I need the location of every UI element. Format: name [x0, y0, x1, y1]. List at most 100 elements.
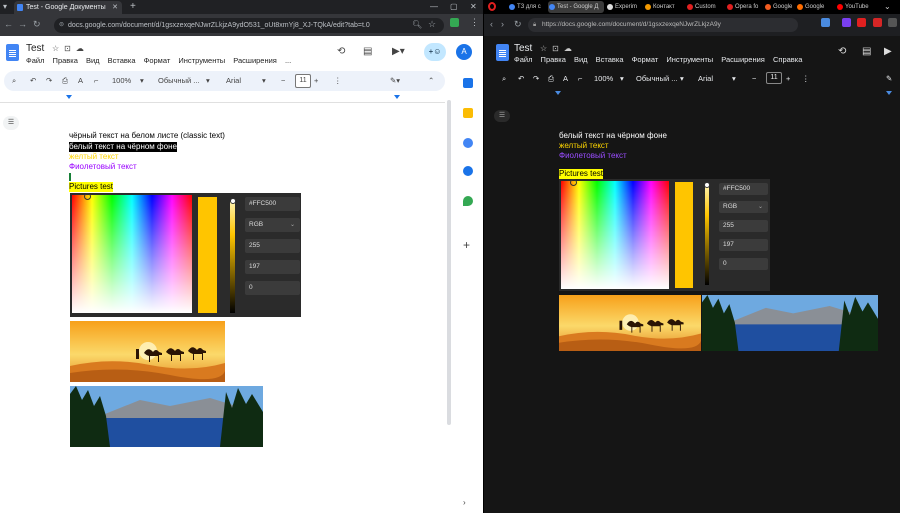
menu-view[interactable]: Вид: [86, 56, 100, 65]
tab-custom[interactable]: Custom: [686, 1, 722, 13]
search-menus-icon[interactable]: ⌕: [502, 71, 506, 86]
extension-icon[interactable]: [450, 18, 459, 27]
scrollbar[interactable]: [447, 100, 451, 425]
keep-icon[interactable]: [463, 108, 473, 118]
doc-line-yellow[interactable]: желтый текст: [69, 152, 119, 162]
comments-icon[interactable]: ▤: [862, 46, 871, 57]
tab-google-1[interactable]: Google: [764, 1, 794, 13]
tab-tz[interactable]: ТЗ для с: [508, 1, 544, 13]
menu-view[interactable]: Вид: [574, 55, 588, 64]
move-folder-icon[interactable]: ⊡: [552, 44, 564, 53]
tab-contacts[interactable]: Контакт: [644, 1, 682, 13]
zoom-select[interactable]: 100%: [594, 71, 613, 86]
search-menus-icon[interactable]: ⌕: [12, 71, 16, 91]
increase-font-size-button[interactable]: +: [314, 71, 318, 91]
url-input[interactable]: 🔒︎ https://docs.google.com/document/d/1g…: [528, 18, 798, 32]
extension-icon[interactable]: [888, 18, 897, 27]
paint-format-icon[interactable]: ⌐: [94, 71, 98, 91]
menu-extensions[interactable]: Расширения: [233, 56, 277, 65]
tab-youtube[interactable]: YouTube: [836, 1, 878, 13]
left-indent-marker[interactable]: [66, 95, 72, 99]
hide-panel-icon[interactable]: ›: [463, 498, 466, 507]
menu-edit[interactable]: Правка: [541, 55, 566, 64]
forward-icon[interactable]: ›: [501, 19, 504, 30]
meet-icon[interactable]: ▶: [884, 46, 892, 57]
color-picker-image[interactable]: #FFC500 RGB ⌄ 255 197 0: [559, 179, 770, 291]
menu-help[interactable]: Справка: [773, 55, 802, 64]
close-window-icon[interactable]: ✕: [470, 0, 477, 13]
desert-camels-image[interactable]: [559, 295, 701, 351]
avatar[interactable]: A: [456, 44, 472, 60]
doc-line-purple[interactable]: Фиолетовый текст: [69, 162, 137, 172]
tab-google-2[interactable]: Google: [796, 1, 832, 13]
extension-icon[interactable]: [873, 18, 882, 27]
forward-icon[interactable]: →: [18, 19, 27, 30]
font-size-input[interactable]: 11: [766, 72, 782, 84]
maximize-icon[interactable]: ▢: [450, 0, 458, 13]
docs-logo-icon[interactable]: [496, 44, 509, 61]
tasks-icon[interactable]: [463, 138, 473, 148]
zoom-icon[interactable]: 🔍︎: [412, 19, 422, 30]
editing-mode-icon[interactable]: ✎: [886, 71, 892, 86]
tab-opera-forums[interactable]: Opera fo: [726, 1, 762, 13]
share-button[interactable]: +☺: [424, 43, 446, 61]
redo-icon[interactable]: ↷: [46, 71, 52, 91]
add-addon-icon[interactable]: +: [463, 238, 470, 252]
tab-menu-icon[interactable]: ⌄: [884, 0, 891, 13]
outline-icon[interactable]: ☰: [494, 110, 510, 122]
menu-file[interactable]: Файл: [26, 56, 44, 65]
doc-line-pictures-test[interactable]: Pictures test: [69, 182, 114, 192]
spellcheck-icon[interactable]: A: [563, 71, 568, 86]
undo-icon[interactable]: ↶: [30, 71, 36, 91]
doc-line-yellow[interactable]: желтый текст: [559, 141, 609, 151]
menu-extensions[interactable]: Расширения: [721, 55, 765, 64]
font-select[interactable]: Arial: [226, 71, 241, 91]
browser-menu-icon[interactable]: ⋮: [470, 17, 479, 28]
doc-line-purple[interactable]: Фиолетовый текст: [559, 151, 627, 161]
star-icon[interactable]: ☆: [540, 44, 552, 53]
doc-line-pictures-test[interactable]: Pictures test: [559, 169, 604, 179]
desert-camels-image[interactable]: [70, 321, 225, 382]
history-icon[interactable]: ⟲: [337, 46, 345, 57]
color-picker-image[interactable]: #FFC500 RGB ⌄ 255 197 0: [70, 193, 301, 317]
mountain-lake-image[interactable]: [70, 386, 263, 447]
tab-menu-icon[interactable]: ▾: [3, 0, 7, 13]
close-tab-icon[interactable]: ✕: [112, 1, 118, 14]
menu-file[interactable]: Файл: [514, 55, 532, 64]
site-info-icon[interactable]: ⊜: [59, 18, 64, 33]
doc-line-white[interactable]: белый текст на чёрном фоне: [559, 131, 667, 141]
star-icon[interactable]: ☆: [52, 44, 64, 53]
docs-logo-icon[interactable]: [6, 44, 19, 61]
menu-tools[interactable]: Инструменты: [178, 56, 225, 65]
right-indent-marker[interactable]: [886, 91, 892, 95]
bookmark-star-icon[interactable]: ☆: [428, 19, 436, 30]
url-input[interactable]: ⊜ docs.google.com/document/d/1gsxzexqeNJ…: [54, 18, 444, 33]
new-tab-button[interactable]: +: [130, 0, 136, 13]
cloud-status-icon[interactable]: ☁: [76, 44, 89, 53]
extension-icon[interactable]: [821, 18, 830, 27]
comments-icon[interactable]: ▤: [363, 46, 372, 57]
menu-tools[interactable]: Инструменты: [666, 55, 713, 64]
right-indent-marker[interactable]: [394, 95, 400, 99]
collapse-toolbar-icon[interactable]: ⌃: [428, 71, 434, 91]
doc-title[interactable]: Test: [514, 43, 532, 54]
outline-icon[interactable]: ☰: [3, 116, 19, 130]
menu-insert[interactable]: Вставка: [596, 55, 624, 64]
reload-icon[interactable]: ↻: [514, 19, 522, 30]
history-icon[interactable]: ⟲: [838, 46, 846, 57]
style-select[interactable]: Обычный ...: [636, 71, 677, 86]
contacts-icon[interactable]: [463, 166, 473, 176]
back-icon[interactable]: ←: [4, 19, 13, 30]
menu-edit[interactable]: Правка: [53, 56, 78, 65]
font-size-input[interactable]: 11: [295, 74, 311, 88]
increase-font-size-button[interactable]: +: [786, 71, 790, 86]
font-select[interactable]: Arial: [698, 71, 713, 86]
more-tools-icon[interactable]: ⋮: [802, 71, 810, 86]
tab-experiments[interactable]: Experim: [606, 1, 640, 13]
paint-format-icon[interactable]: ⌐: [578, 71, 582, 86]
menu-format[interactable]: Формат: [144, 56, 171, 65]
decrease-font-size-button[interactable]: −: [752, 71, 756, 86]
doc-line-black[interactable]: чёрный текст на белом листе (classic tex…: [69, 131, 225, 141]
redo-icon[interactable]: ↷: [533, 71, 539, 86]
print-icon[interactable]: ⎙: [548, 71, 554, 86]
